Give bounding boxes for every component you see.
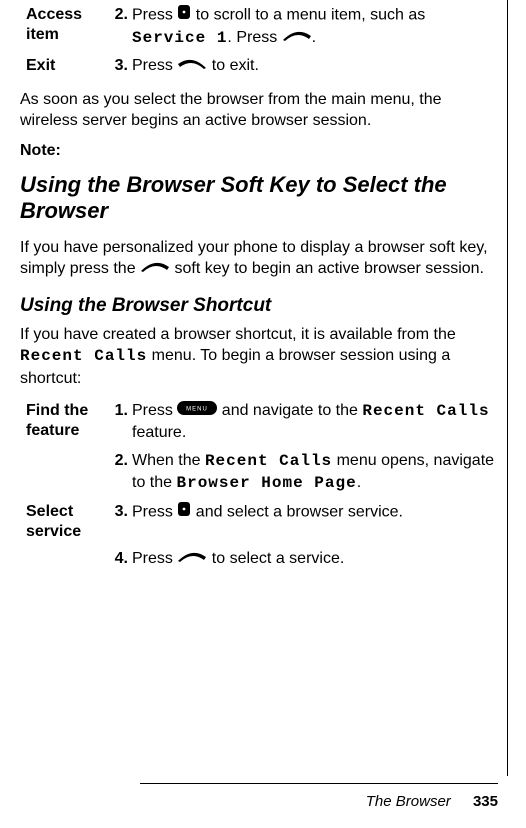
paragraph: As soon as you select the browser from t… <box>20 89 498 132</box>
step-body: 3. Press to exit. <box>110 55 498 77</box>
step-select-service-4: 4. Press to select a service. <box>20 548 498 570</box>
step-select-service-3: Select service 3. Press and select a bro… <box>20 501 498 542</box>
step-body: 3. Press and select a browser service. <box>110 501 498 524</box>
text: When the <box>132 452 205 469</box>
paragraph: If you have personalized your phone to d… <box>20 237 498 280</box>
subsection-heading: Using the Browser Shortcut <box>20 294 498 318</box>
page-footer: The Browser 335 <box>366 793 498 810</box>
page: Access item 2. Press to scroll to a menu… <box>0 0 526 828</box>
text: . <box>357 474 361 491</box>
right-softkey-icon <box>140 258 170 280</box>
step-access-item: Access item 2. Press to scroll to a menu… <box>20 4 498 49</box>
text: . Press <box>227 29 281 46</box>
scroll-key-icon <box>177 4 191 27</box>
step-label-empty <box>20 450 110 451</box>
text: Press <box>132 504 177 521</box>
step-text: Press MENU and navigate to the Recent Ca… <box>132 400 498 444</box>
step-body: 2. Press to scroll to a menu item, such … <box>110 4 498 49</box>
right-softkey-icon <box>177 548 207 570</box>
note-label: Note: <box>20 142 498 160</box>
step-number: 2. <box>110 4 132 49</box>
step-label: Find the feature <box>20 400 110 441</box>
step-body: 4. Press to select a service. <box>110 548 498 570</box>
scroll-key-icon <box>177 501 191 524</box>
step-text: Press and select a browser service. <box>132 501 498 524</box>
step-find-feature-2: 2. When the Recent Calls menu opens, nav… <box>20 450 498 495</box>
footer-title: The Browser <box>366 793 451 810</box>
step-label: Access item <box>20 4 110 45</box>
mono-text: Browser Home Page <box>176 474 356 492</box>
text: Press <box>132 550 177 567</box>
mono-text: Recent Calls <box>20 347 147 365</box>
page-number: 335 <box>473 793 498 810</box>
right-softkey-icon <box>282 27 312 49</box>
text: and select a browser service. <box>191 504 403 521</box>
mono-text: Service 1 <box>132 29 227 47</box>
step-body: 2. When the Recent Calls menu opens, nav… <box>110 450 498 495</box>
step-text: Press to scroll to a menu item, such as … <box>132 4 498 49</box>
footer-rule <box>140 783 498 784</box>
text: to scroll to a menu item, such as <box>191 7 425 24</box>
text: If you have created a browser shortcut, … <box>20 326 456 343</box>
text: soft key to begin an active browser sess… <box>170 260 484 277</box>
step-text: When the Recent Calls menu opens, naviga… <box>132 450 498 495</box>
step-body: 1. Press MENU and navigate to the Recent… <box>110 400 498 444</box>
content: Access item 2. Press to scroll to a menu… <box>20 4 498 570</box>
step-label: Exit <box>20 55 110 76</box>
step-label: Select service <box>20 501 110 542</box>
step-find-feature-1: Find the feature 1. Press MENU and navig… <box>20 400 498 444</box>
text: and navigate to the <box>217 402 362 419</box>
svg-text:MENU: MENU <box>187 406 209 412</box>
text: to exit. <box>207 57 259 74</box>
text: to select a service. <box>207 550 344 567</box>
step-number: 4. <box>110 548 132 570</box>
text: Press <box>132 57 177 74</box>
mono-text: Recent Calls <box>205 452 332 470</box>
text: Press <box>132 7 177 24</box>
menu-key-icon: MENU <box>177 400 217 422</box>
step-number: 3. <box>110 55 132 77</box>
mono-text: Recent Calls <box>362 402 489 420</box>
step-text: Press to select a service. <box>132 548 498 570</box>
step-exit: Exit 3. Press to exit. <box>20 55 498 77</box>
section-heading: Using the Browser Soft Key to Select the… <box>20 172 498 225</box>
step-number: 3. <box>110 501 132 524</box>
step-label-empty <box>20 548 110 549</box>
paragraph: If you have created a browser shortcut, … <box>20 324 498 390</box>
side-rule <box>507 0 508 776</box>
step-text: Press to exit. <box>132 55 498 77</box>
text: feature. <box>132 424 186 441</box>
step-number: 2. <box>110 450 132 495</box>
text: Press <box>132 402 177 419</box>
left-softkey-icon <box>177 55 207 77</box>
step-number: 1. <box>110 400 132 444</box>
text: . <box>312 29 316 46</box>
